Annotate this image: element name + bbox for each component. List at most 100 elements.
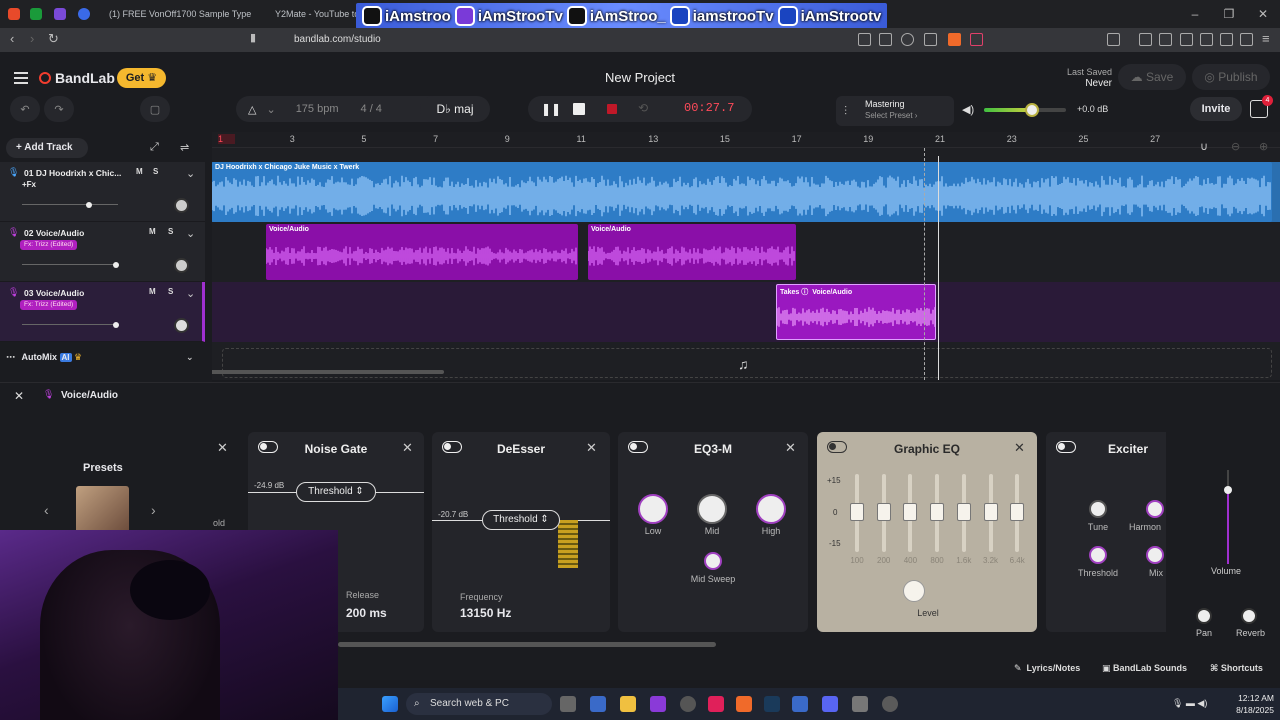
deesser-frequency-band[interactable] [558,520,578,568]
hamburger-menu-icon[interactable] [14,72,28,87]
track-01-header[interactable]: 🎙 01 DJ Hoodrixh x Chic... +Fx M S ⌄ [0,162,205,222]
tab-y2mate[interactable]: Y2Mate - YouTube to [270,4,356,24]
track-02-mute[interactable]: M [149,227,156,236]
track-01-fx[interactable]: +Fx [22,180,36,189]
exciter-harmonics-knob[interactable] [1146,500,1164,518]
bandlab-logo[interactable]: BandLab [39,70,115,86]
track-02-expand-icon[interactable]: ⌄ [186,227,195,240]
eq-band-1.6k-thumb[interactable] [956,503,971,521]
add-track-button[interactable]: + Add Track [6,138,88,158]
view-toggle-button[interactable]: ▢ [140,96,170,122]
project-title[interactable]: New Project [540,70,740,85]
tiktok-app-icon[interactable] [708,696,724,712]
tab-sample[interactable]: (1) FREE VonOff1700 Sample Type Be [104,4,252,24]
settings-icon[interactable] [882,696,898,712]
kick-favicon-icon[interactable] [30,8,42,20]
graphic-eq-close-icon[interactable]: ✕ [1014,440,1025,456]
shortcuts-button[interactable]: ⌘ Shortcuts [1210,663,1263,674]
taskbar-search[interactable]: ⌕ Search web & PC [406,693,552,715]
eq-band-6.4k-thumb[interactable] [1010,503,1025,521]
steam-icon[interactable] [764,696,780,712]
track-03-solo[interactable]: S [168,287,173,296]
obs-icon[interactable] [680,696,696,712]
metronome-icon[interactable]: △ [248,103,256,116]
music-icon[interactable] [1159,33,1172,46]
clip-voice-1[interactable]: Voice/Audio [266,224,578,280]
track-02-fx-badge[interactable]: Fx: Trizz (Edited) [20,240,78,250]
track-02-volume-knob[interactable] [113,261,120,268]
track-03-mute[interactable]: M [149,287,156,296]
key-selector[interactable]: D♭ maj [420,96,490,122]
stop-icon[interactable] [573,103,585,115]
eq3-high-knob[interactable] [756,494,786,524]
horizontal-scrollbar[interactable] [212,370,444,374]
deesser-threshold[interactable]: Threshold ⇕ [482,510,560,530]
minimize-icon[interactable]: – [1178,0,1212,28]
track-02-pan-knob[interactable] [174,258,189,273]
output-pan-knob[interactable] [1196,608,1212,624]
save-button[interactable]: ☁ Save [1118,64,1186,90]
maximize-icon[interactable]: ❐ [1212,0,1246,28]
magnet-icon[interactable]: ∪ [1200,140,1208,153]
redo-button[interactable]: ↷ [44,96,74,122]
eq-band-800-thumb[interactable] [930,503,945,521]
eq3-close-icon[interactable]: ✕ [785,440,796,456]
eq-band-400-thumb[interactable] [903,503,918,521]
bpm-field[interactable]: 175 bpm [296,103,339,115]
sidebar-icon[interactable] [1180,33,1193,46]
deesser-close-icon[interactable]: ✕ [586,440,597,456]
add-music-icon[interactable]: ♫ [738,356,749,372]
eq-band-3.2k-thumb[interactable] [983,503,998,521]
noise-gate-close-icon[interactable]: ✕ [402,440,413,456]
playhead[interactable] [938,156,939,380]
time-signature[interactable]: 4 / 4 [361,103,382,115]
undo-button[interactable]: ↶ [10,96,40,122]
close-fx-icon[interactable]: ✕ [14,389,24,403]
brave-shield-icon[interactable] [948,33,961,46]
publish-button[interactable]: ◎ Publish [1192,64,1270,90]
track-01-mute[interactable]: M [136,167,143,176]
menu-icon[interactable]: ≡ [1262,31,1270,46]
track-02-solo[interactable]: S [168,227,173,236]
master-volume-slider[interactable] [984,103,1066,117]
close-window-icon[interactable]: ✕ [1246,0,1280,28]
windows-start-icon[interactable] [382,696,398,712]
system-tray-icons[interactable]: 🎙 ▬ ◀) [1172,698,1207,709]
track-lanes[interactable]: DJ Hoodrixh x Chicago Juke Music x Twerk… [212,148,1280,380]
eq3-mid-knob[interactable] [697,494,727,524]
taskbar-clock[interactable]: 12:12 AM 8/18/2025 [1218,692,1274,716]
track-03-expand-icon[interactable]: ⌄ [186,287,195,300]
screenshot-icon[interactable] [879,33,892,46]
reader-icon[interactable] [858,33,871,46]
lyrics-notes-button[interactable]: ✎ Lyrics/Notes [1014,663,1080,674]
clip-voice-3[interactable]: Takes ⓘ Voice/Audio [776,284,936,340]
eq-band-100-thumb[interactable] [850,503,864,521]
sidebar-toggle-icon[interactable] [1107,33,1120,46]
zoom-in-icon[interactable]: ⊕ [1259,140,1268,153]
brave-icon[interactable] [736,696,752,712]
preset-thumbnail[interactable] [76,486,129,534]
share-icon[interactable] [924,33,937,46]
loop-icon[interactable]: ⟲ [638,101,648,115]
master-volume-knob[interactable] [1024,103,1039,117]
output-volume-knob[interactable] [1224,486,1232,494]
app2-icon[interactable] [852,696,868,712]
r-favicon-icon[interactable] [78,8,90,20]
output-reverb-knob[interactable] [1241,608,1257,624]
track-03-volume-slider[interactable] [22,321,120,328]
track-03-pan-knob[interactable] [174,318,189,333]
presets-prev-icon[interactable]: ‹ [44,502,49,518]
exciter-mix-knob[interactable] [1146,546,1164,564]
track-settings-icon[interactable]: ⇌ [180,141,189,154]
graphic-eq-level-knob[interactable] [903,580,925,602]
noise-gate-release[interactable]: 200 ms [346,606,387,620]
track-01-expand-icon[interactable]: ⌄ [186,167,195,180]
leo-icon[interactable] [1220,33,1233,46]
prev-card-close-icon[interactable]: ✕ [217,440,228,456]
eq-band-200-thumb[interactable] [876,503,891,521]
track-02-volume-slider[interactable] [22,261,120,268]
twitch-favicon-icon[interactable] [54,8,66,20]
widgets-icon[interactable] [590,696,606,712]
get-membership-button[interactable]: Get ♛ [117,68,166,88]
wallet-icon[interactable] [1200,33,1213,46]
